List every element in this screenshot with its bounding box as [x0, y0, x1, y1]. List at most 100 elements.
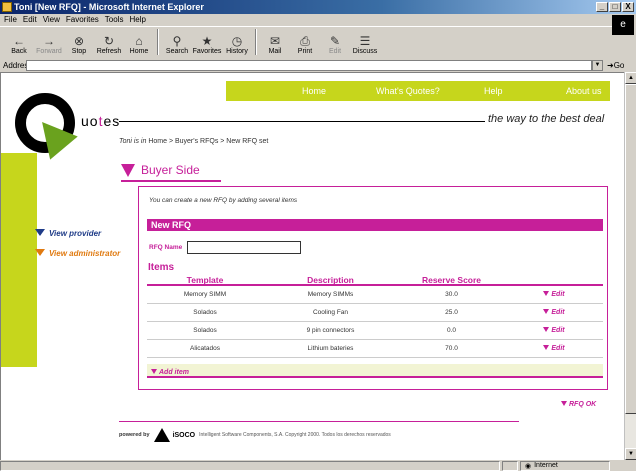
history-button[interactable]: ◷ History: [222, 27, 252, 57]
edit-link[interactable]: Edit: [505, 286, 603, 303]
discuss-icon: ☰: [359, 34, 371, 48]
nav-home[interactable]: Home: [302, 86, 326, 96]
stop-icon: ⊗: [73, 34, 85, 48]
section-title: Buyer Side: [141, 163, 200, 177]
scroll-thumb[interactable]: [625, 84, 636, 414]
browser-toolbar: ← Back → Forward ⊗ Stop ↻ Refresh ⌂ Home ⚲ Sea…: [0, 26, 612, 58]
triangle-icon: [543, 309, 550, 314]
mail-button[interactable]: ✉ Mail: [260, 27, 290, 57]
discuss-button[interactable]: ☰ Discuss: [350, 27, 380, 57]
menu-favorites[interactable]: Favorites: [66, 14, 99, 26]
col-actions: [505, 275, 603, 284]
search-button[interactable]: ⚲ Search: [162, 27, 192, 57]
table-header: Template Description Reserve Score: [147, 275, 603, 286]
cell-score: 0.0: [446, 327, 457, 334]
col-template: Template: [186, 275, 224, 285]
go-button[interactable]: ➜Go: [607, 61, 624, 70]
ie-window-icon: [2, 2, 12, 12]
forward-arrow-icon: →: [43, 34, 55, 48]
toolbar-separator: [255, 29, 257, 55]
new-rfq-header: New RFQ: [147, 219, 603, 231]
maximize-button[interactable]: □: [609, 2, 621, 12]
breadcrumb: Toni is in Home > Buyer's RFQs > New RFQ…: [119, 138, 268, 145]
close-button[interactable]: X: [622, 2, 634, 12]
triangle-icon: [151, 369, 157, 374]
nav-about-us[interactable]: About us: [566, 86, 602, 96]
sidebar-strip: [1, 153, 37, 367]
section-underline: [121, 180, 221, 182]
items-heading: Items: [148, 262, 175, 273]
sidebar-view-provider[interactable]: View provider: [35, 229, 101, 238]
scroll-up-icon[interactable]: ▲: [625, 72, 636, 84]
cell-description: Memory SIMMs: [307, 291, 354, 298]
print-icon: ⎙: [300, 34, 310, 48]
history-icon: ◷: [231, 34, 243, 48]
triangle-icon: [543, 291, 550, 296]
search-icon: ⚲: [172, 34, 182, 48]
vertical-scrollbar[interactable]: ▲ ▼: [624, 72, 636, 460]
tagline: the way to the best deal: [488, 113, 605, 125]
stop-button[interactable]: ⊗ Stop: [64, 27, 94, 57]
edit-button[interactable]: ✎ Edit: [320, 27, 350, 57]
col-description: Description: [307, 275, 354, 285]
sidebar-view-administrator[interactable]: View administrator: [35, 249, 120, 258]
footer: powered by iSOCO Intelligent Software Co…: [119, 428, 391, 442]
footer-divider: [119, 421, 519, 422]
nav-whats-quotes[interactable]: What's Quotes?: [376, 86, 440, 96]
header-divider: [119, 121, 485, 122]
minimize-button[interactable]: _: [596, 2, 608, 12]
window-controls: _ □ X: [596, 2, 634, 12]
add-item-link[interactable]: Add item: [151, 366, 189, 376]
cell-description: Cooling Fan: [312, 309, 349, 316]
forward-button[interactable]: → Forward: [34, 27, 64, 57]
triangle-icon: [543, 327, 550, 332]
mail-icon: ✉: [269, 34, 281, 48]
add-item-bar: Add item: [147, 364, 603, 378]
cell-score: 25.0: [445, 309, 458, 316]
print-button[interactable]: ⎙ Print: [290, 27, 320, 57]
cell-score: 70.0: [445, 345, 458, 352]
cell-description: Lithium bateries: [307, 345, 354, 352]
triangle-icon: [561, 401, 567, 406]
edit-icon: ✎: [329, 34, 341, 48]
menu-help[interactable]: Help: [129, 14, 145, 26]
breadcrumb-path[interactable]: Home > Buyer's RFQs > New RFQ set: [148, 138, 268, 145]
isoco-logo-icon: [153, 428, 170, 442]
triangle-icon: [543, 345, 550, 350]
window-title-bar: Toni [New RFQ] - Microsoft Internet Expl…: [0, 0, 636, 14]
back-button[interactable]: ← Back: [4, 27, 34, 57]
rfq-name-label: RFQ Name: [149, 244, 183, 251]
favorites-button[interactable]: ★ Favorites: [192, 27, 222, 57]
ie-logo-icon: e: [612, 15, 634, 35]
status-bar: ◉ Internet: [0, 460, 636, 471]
favorites-icon: ★: [201, 34, 213, 48]
menu-file[interactable]: File: [4, 14, 17, 26]
rfq-ok-link[interactable]: RFQ OK: [561, 401, 596, 408]
triangle-icon: [35, 229, 45, 236]
status-zone: ◉ Internet: [520, 460, 610, 471]
refresh-button[interactable]: ↻ Refresh: [94, 27, 124, 57]
scroll-down-icon[interactable]: ▼: [625, 448, 636, 460]
edit-link[interactable]: Edit: [505, 304, 603, 321]
menu-tools[interactable]: Tools: [105, 14, 124, 26]
menu-edit[interactable]: Edit: [23, 14, 37, 26]
cell-score: 30.0: [445, 291, 458, 298]
edit-link[interactable]: Edit: [505, 322, 603, 339]
triangle-icon: [35, 249, 45, 256]
cell-description: 9 pin connectors: [306, 327, 355, 334]
section-heading: Buyer Side: [121, 163, 200, 177]
rfq-name-input[interactable]: [187, 241, 301, 254]
address-input[interactable]: [26, 59, 592, 71]
address-label: Address: [3, 60, 33, 70]
menu-view[interactable]: View: [43, 14, 60, 26]
home-button[interactable]: ⌂ Home: [124, 27, 154, 57]
intro-text: You can create a new RFQ by adding sever…: [149, 197, 298, 204]
edit-link[interactable]: Edit: [505, 340, 603, 357]
chevron-down-icon[interactable]: ▼: [592, 59, 603, 71]
page-viewport: Home What's Quotes? Help About us uotes …: [0, 72, 624, 460]
cell-template: Solados: [193, 309, 217, 316]
window-title: Toni [New RFQ] - Microsoft Internet Expl…: [14, 2, 204, 12]
isoco-name: iSOCO: [172, 431, 196, 439]
table-row: Solados 9 pin connectors 0.0 Edit: [147, 322, 603, 340]
nav-help[interactable]: Help: [484, 86, 503, 96]
